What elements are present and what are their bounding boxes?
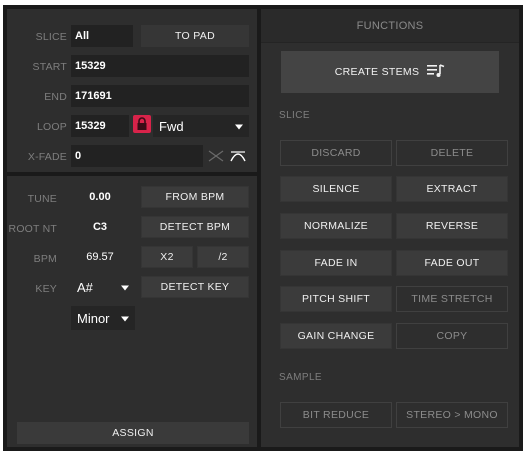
start-label: START [32,61,67,73]
delete-button[interactable]: DELETE [396,140,508,166]
xfade-label: X-FADE [27,151,67,163]
scale-value: Minor [77,310,110,326]
tune-panel: TUNE 0.00 FROM BPM ROOT NT C3 DETECT BPM… [7,176,257,447]
curved-crossfade-icon[interactable] [229,149,247,166]
silence-button[interactable]: SILENCE [280,176,392,202]
functions-panel: FUNCTIONS CREATE STEMS SLICE DISCARD DEL… [261,9,519,447]
tune-label: TUNE [27,193,57,205]
slice-section-label: SLICE [279,110,310,121]
slice-label: SLICE [35,31,67,43]
detect-key-button[interactable]: DETECT KEY [141,276,249,298]
create-stems-button[interactable]: CREATE STEMS [281,51,499,93]
start-field[interactable]: 15329 [71,55,249,77]
key-dropdown[interactable]: A# [71,276,135,298]
slice-field[interactable]: All [71,25,133,47]
key-label: KEY [35,283,57,295]
fade-out-button[interactable]: FADE OUT [396,250,508,276]
loop-field[interactable]: 15329 [71,115,129,137]
stereo-to-mono-button[interactable]: STEREO > MONO [396,402,508,428]
extract-button[interactable]: EXTRACT [396,176,508,202]
loop-label: LOOP [37,121,67,133]
chevron-down-icon [121,316,129,322]
create-stems-label: CREATE STEMS [334,66,420,78]
copy-button[interactable]: COPY [396,323,508,349]
loop-direction-value: Fwd [159,118,184,134]
end-label: END [44,91,67,103]
end-field[interactable]: 171691 [71,85,249,107]
loop-lock-button[interactable] [133,115,151,133]
bpm-label: BPM [33,253,57,265]
xfade-field[interactable]: 0 [71,145,203,167]
half-button[interactable]: /2 [197,246,249,268]
slice-panel: SLICE All TO PAD START 15329 END 171691 … [7,9,257,172]
root-note-value[interactable]: C3 [65,216,135,238]
sample-section-label: SAMPLE [279,372,322,383]
key-value: A# [77,279,93,295]
gain-change-button[interactable]: GAIN CHANGE [280,323,392,349]
time-stretch-button[interactable]: TIME STRETCH [396,286,508,312]
tune-value[interactable]: 0.00 [65,186,135,208]
from-bpm-button[interactable]: FROM BPM [141,186,249,208]
reverse-button[interactable]: REVERSE [396,213,508,239]
scale-dropdown[interactable]: Minor [71,306,135,330]
to-pad-button[interactable]: TO PAD [141,25,249,47]
root-note-label: ROOT NT [8,223,57,235]
discard-button[interactable]: DISCARD [280,140,392,166]
sample-edit-window: SLICE All TO PAD START 15329 END 171691 … [3,5,523,451]
stems-icon [427,63,445,81]
chevron-down-icon [235,124,243,130]
pitch-shift-button[interactable]: PITCH SHIFT [280,286,392,312]
linear-crossfade-icon[interactable] [207,149,225,166]
bpm-value[interactable]: 69.57 [65,246,135,268]
normalize-button[interactable]: NORMALIZE [280,213,392,239]
assign-button[interactable]: ASSIGN [17,422,249,444]
x2-button[interactable]: X2 [141,246,193,268]
detect-bpm-button[interactable]: DETECT BPM [141,216,249,238]
fade-in-button[interactable]: FADE IN [280,250,392,276]
chevron-down-icon [121,285,129,291]
functions-title: FUNCTIONS [261,9,519,43]
loop-direction-dropdown[interactable]: Fwd [153,115,249,137]
bit-reduce-button[interactable]: BIT REDUCE [280,402,392,428]
